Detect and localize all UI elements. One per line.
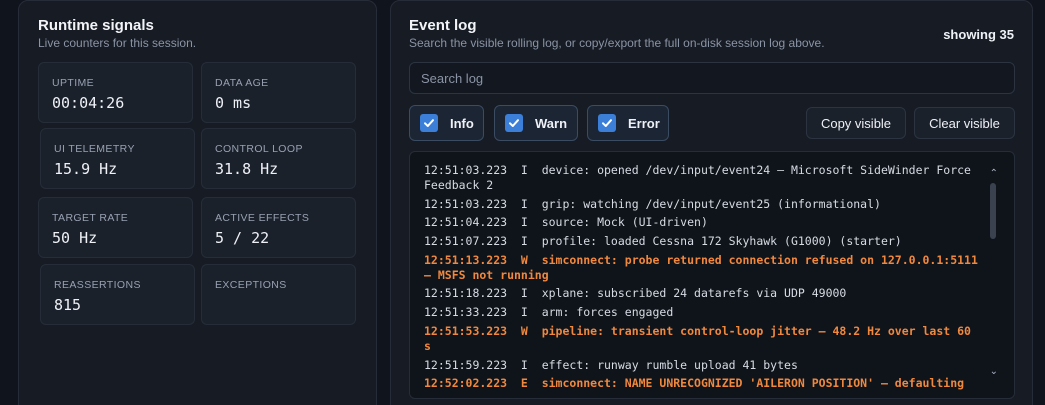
card-label: TARGET RATE xyxy=(52,212,129,224)
card-label: REASSERTIONS xyxy=(54,279,141,291)
log-line-info: 12:51:59.223 I effect: runway rumble upl… xyxy=(424,357,798,372)
card-value: 0 ms xyxy=(215,94,252,112)
card-target-rate: TARGET RATE 50 Hz xyxy=(38,197,193,258)
search-log-input[interactable] xyxy=(409,62,1015,94)
runtime-signals-panel: Runtime signals Live counters for this s… xyxy=(18,0,377,405)
clear-visible-button[interactable]: Clear visible xyxy=(914,107,1015,139)
log-line-info: 12:51:03.223 I grip: watching /dev/input… xyxy=(424,196,881,211)
card-ui-telemetry: UI TELEMETRY 15.9 Hz xyxy=(40,128,195,189)
event-log-title: Event log xyxy=(409,17,477,34)
log-line-info: 12:51:04.223 I source: Mock (UI-driven) xyxy=(424,215,708,230)
card-uptime: UPTIME 00:04:26 xyxy=(38,62,193,123)
scroll-down-icon[interactable]: ⌄ xyxy=(990,366,998,377)
card-active-effects: ACTIVE EFFECTS 5 / 22 xyxy=(201,197,356,258)
card-label: UPTIME xyxy=(52,77,95,89)
filter-warn-label: Warn xyxy=(535,115,568,131)
log-line-error: 12:52:02.223 E simconnect: NAME UNRECOGN… xyxy=(424,376,965,391)
checkbox-checked-icon[interactable] xyxy=(598,114,616,132)
card-value: 31.8 Hz xyxy=(215,160,279,178)
checkbox-checked-icon[interactable] xyxy=(420,114,438,132)
scroll-up-icon[interactable]: ⌃ xyxy=(990,168,998,179)
card-label: CONTROL LOOP xyxy=(215,143,303,155)
runtime-signals-subtitle: Live counters for this session. xyxy=(38,36,197,50)
showing-count: showing 35 xyxy=(943,27,1014,42)
log-line-info: 12:51:33.223 I arm: forces engaged xyxy=(424,305,674,320)
card-value: 15.9 Hz xyxy=(54,160,118,178)
filter-warn-toggle[interactable]: Warn xyxy=(494,105,578,141)
event-log-subtitle: Search the visible rolling log, or copy/… xyxy=(409,36,825,50)
runtime-signals-title: Runtime signals xyxy=(38,17,154,34)
filter-info-toggle[interactable]: Info xyxy=(409,105,484,141)
card-label: EXCEPTIONS xyxy=(215,279,287,291)
card-label: ACTIVE EFFECTS xyxy=(215,212,310,224)
filter-error-label: Error xyxy=(628,115,660,131)
event-log-panel: Event log Search the visible rolling log… xyxy=(390,0,1033,405)
card-data-age: DATA AGE 0 ms xyxy=(201,62,356,123)
card-reassertions: REASSERTIONS 815 xyxy=(40,264,195,325)
log-line-info: 12:51:07.223 I profile: loaded Cessna 17… xyxy=(424,234,902,249)
card-label: DATA AGE xyxy=(215,77,269,89)
card-exceptions: EXCEPTIONS xyxy=(201,264,356,325)
card-value: 5 / 22 xyxy=(215,229,270,247)
card-control-loop: CONTROL LOOP 31.8 Hz xyxy=(201,128,356,189)
scrollbar-thumb[interactable] xyxy=(990,183,996,239)
log-line-info: 12:51:03.223 I device: opened /dev/input… xyxy=(424,163,978,192)
log-line-info: 12:51:18.223 I xplane: subscribed 24 dat… xyxy=(424,286,847,301)
log-line-warn: 12:51:53.223 W pipeline: transient contr… xyxy=(424,323,978,353)
card-label: UI TELEMETRY xyxy=(54,143,135,155)
card-value: 00:04:26 xyxy=(52,94,125,112)
filter-error-toggle[interactable]: Error xyxy=(587,105,669,141)
checkbox-checked-icon[interactable] xyxy=(505,114,523,132)
copy-visible-button[interactable]: Copy visible xyxy=(806,107,906,139)
log-lines: 12:51:03.223 I device: opened /dev/input… xyxy=(424,163,980,395)
card-value: 815 xyxy=(54,296,82,314)
filter-info-label: Info xyxy=(450,115,474,131)
card-value: 50 Hz xyxy=(52,229,98,247)
log-line-warn: 12:51:13.223 W simconnect: probe returne… xyxy=(424,252,985,282)
event-log-output[interactable]: 12:51:03.223 I device: opened /dev/input… xyxy=(409,151,1015,399)
